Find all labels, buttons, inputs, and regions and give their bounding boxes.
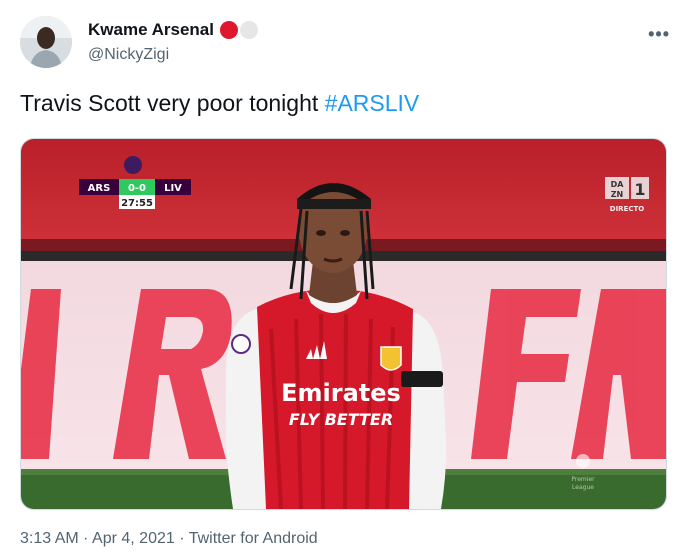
broadcaster-logo: DA ZN 1 DIRECTO (605, 177, 649, 213)
tweet-time[interactable]: 3:13 AM (20, 530, 79, 547)
svg-text:DIRECTO: DIRECTO (610, 205, 644, 213)
tweet-body: Travis Scott very poor tonight (20, 90, 325, 116)
more-options-icon[interactable]: ••• (648, 24, 670, 45)
tweet-media[interactable]: Emirates FLY BETTER ARS 0-0 LIV 27:55 DA… (20, 138, 667, 510)
separator: · (78, 530, 93, 547)
scoreboard-clock: 27:55 (121, 198, 153, 209)
jersey-sponsor: Emirates (281, 379, 401, 407)
separator: · (174, 530, 189, 547)
avatar[interactable] (20, 16, 72, 68)
avatar-image (20, 16, 72, 68)
tweet-client[interactable]: Twitter for Android (189, 530, 318, 547)
white-circle-icon (239, 21, 258, 39)
tweet-card: Kwame Arsenal @NickyZigi ••• Travis Scot… (0, 0, 700, 559)
jersey-slogan: FLY BETTER (289, 410, 393, 429)
svg-text:1: 1 (634, 180, 645, 199)
tweet-metadata: 3:13 AM · Apr 4, 2021 · Twitter for Andr… (20, 530, 318, 548)
display-name[interactable]: Kwame Arsenal (88, 20, 214, 40)
tweet-text: Travis Scott very poor tonight #ARSLIV (20, 90, 419, 117)
svg-text:Premier: Premier (571, 476, 595, 483)
scoreboard-home: ARS (88, 183, 111, 194)
svg-text:ZN: ZN (611, 190, 624, 199)
svg-text:DA: DA (611, 180, 625, 189)
red-circle-icon (219, 21, 238, 39)
tweet-date[interactable]: Apr 4, 2021 (92, 530, 175, 547)
scoreboard-score: 0-0 (128, 183, 146, 194)
name-row: Kwame Arsenal (88, 20, 258, 40)
svg-text:League: League (572, 484, 594, 491)
user-handle[interactable]: @NickyZigi (88, 46, 169, 64)
scoreboard-away: LIV (164, 183, 182, 194)
media-image: Emirates FLY BETTER ARS 0-0 LIV 27:55 DA… (21, 139, 666, 509)
hashtag-link[interactable]: #ARSLIV (325, 90, 420, 116)
